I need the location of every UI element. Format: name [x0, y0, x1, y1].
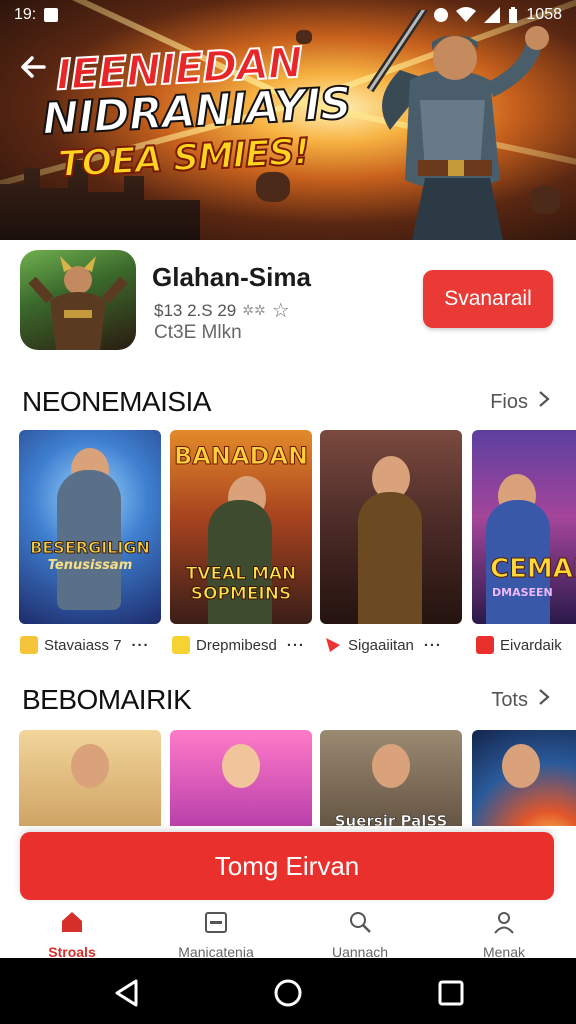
wifi-icon: [456, 7, 477, 22]
card-title: CEMAD: [490, 554, 576, 585]
battery-icon: [509, 7, 518, 23]
card-label[interactable]: Eivardaik: [476, 636, 562, 654]
more-options-icon[interactable]: ···: [132, 637, 150, 654]
game-row: BESERGILIGN Tenusissam BANADAN TVEAL MAN…: [0, 430, 576, 630]
game-card[interactable]: CEMAD DMASEEN: [472, 430, 576, 624]
see-more-label: Fiоs: [490, 390, 528, 413]
card-label[interactable]: Stavaiass 7 ···: [20, 636, 150, 654]
game-card[interactable]: BESERGILIGN Tenusissam: [19, 430, 161, 624]
tab-profile[interactable]: Menak: [432, 906, 576, 960]
play-arrow-icon: [324, 636, 342, 654]
card-label-text: Sigaaiitan: [348, 636, 414, 654]
card-subtitle: Tenusissam: [47, 558, 133, 573]
more-options-icon[interactable]: ···: [424, 637, 442, 654]
card-title: BANADAN: [174, 442, 309, 471]
section-header: BEBOMAIRIK Tots: [0, 680, 576, 720]
see-more-label: Tots: [491, 688, 528, 711]
status-bar: 19: 1058: [0, 0, 576, 30]
calendar-icon: [205, 912, 227, 933]
nav-back-icon[interactable]: [112, 978, 142, 1008]
nav-home-icon[interactable]: [273, 978, 303, 1008]
section-title: BEBOMAIRIK: [22, 684, 192, 715]
notification-icon: [44, 8, 59, 22]
chevron-right-icon: [538, 390, 550, 414]
app-icon[interactable]: [20, 250, 136, 350]
get-button[interactable]: Svanarail: [423, 270, 553, 328]
tab-calendar[interactable]: Manicatenia: [144, 906, 288, 960]
warrior-hero-illustration: [366, 10, 549, 240]
card-label-text: Eivardaik: [500, 636, 562, 654]
section-title: NEONEMAISIA: [22, 386, 211, 417]
search-icon: [350, 912, 371, 933]
install-cta-button[interactable]: Tomg Eirvan: [20, 832, 554, 900]
card-subtitle: DMASEEN: [492, 586, 553, 599]
profile-icon: [494, 912, 514, 934]
status-time: 19:: [14, 6, 37, 23]
game-card[interactable]: BANADAN TVEAL MAN SOPMEINS: [170, 430, 312, 624]
status-clock: 1058: [526, 6, 562, 23]
system-nav-bar: [0, 958, 576, 1024]
play-badge-icon: [476, 636, 494, 654]
star-outline-icon: ☆: [271, 300, 290, 322]
app-name: Glahan-Sima: [152, 262, 311, 292]
bottom-tab-bar: Stroals Manicatenia Uannach Menak: [0, 906, 576, 960]
app-meta-text: $13 2.S 29: [154, 300, 237, 320]
tab-home[interactable]: Stroals: [0, 906, 144, 960]
see-more-link[interactable]: Tots: [491, 688, 550, 712]
app-badge-icon: [20, 636, 38, 654]
nav-recents-icon[interactable]: [436, 978, 466, 1008]
app-info-header: Glahan-Sima $13 2.S 29 ✲✲ ☆ Ct3E Mlkn Sv…: [0, 240, 576, 360]
card-label-text: Stavaiass 7: [44, 636, 122, 654]
chevron-right-icon: [538, 688, 550, 712]
card-subtitle: TVEAL MAN SOPMEINS: [185, 564, 297, 605]
card-title: BESERGILIGN: [30, 538, 151, 558]
settings-icon: [434, 8, 449, 22]
flying-rock: [256, 172, 290, 202]
see-more-link[interactable]: Fiоs: [490, 390, 550, 414]
card-label-text: Drepmibesd: [196, 636, 277, 654]
card-label[interactable]: Sigaaiitan ···: [324, 636, 442, 654]
app-badge-icon: [172, 636, 190, 654]
app-meta: $13 2.S 29 ✲✲ ☆: [154, 298, 290, 323]
rating-stars-icon: ✲✲: [242, 302, 266, 318]
back-arrow-icon[interactable]: [18, 52, 54, 88]
card-labels-row: Stavaiass 7 ··· Drepmibesd ··· Sigaaiita…: [0, 636, 576, 666]
section-header: NEONEMAISIA Fiоs: [0, 382, 576, 422]
game-card[interactable]: [320, 430, 462, 624]
more-options-icon[interactable]: ···: [287, 637, 305, 654]
app-subtitle: Ct3E Mlkn: [154, 322, 242, 343]
tab-search[interactable]: Uannach: [288, 906, 432, 960]
card-label[interactable]: Drepmibesd ···: [172, 636, 305, 654]
app-screen: 19: 1058 IEENIEDAN NIDRANIAYIS TOEA SMIE…: [0, 0, 576, 1024]
home-icon: [62, 912, 82, 932]
signal-icon: [484, 7, 501, 23]
